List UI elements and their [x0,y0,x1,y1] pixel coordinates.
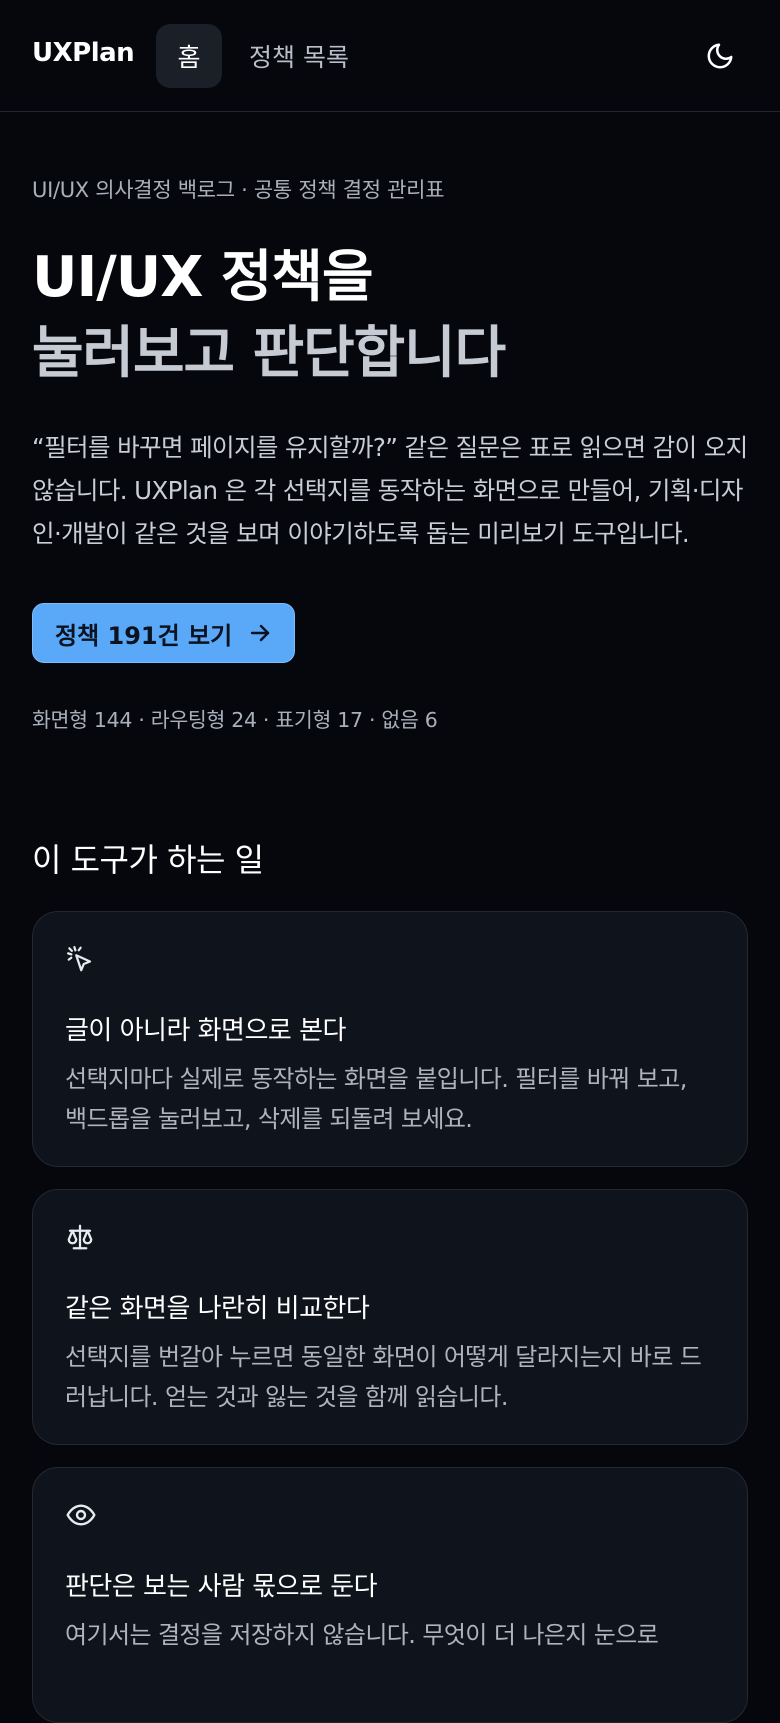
feature-card-list: 글이 아니라 화면으로 본다 선택지마다 실제로 동작하는 화면을 붙입니다. … [32,911,748,1723]
hero-title: UI/UX 정책을 눌러보고 판단합니다 [32,240,748,392]
eyebrow-text: UI/UX 의사결정 백로그 · 공통 정책 결정 관리표 [32,178,445,202]
logo[interactable]: UXPlan [32,38,135,68]
hero-description: “필터를 바꾸면 페이지를 유지할까?” 같은 질문은 표로 읽으면 감이 오지… [32,433,748,548]
feature-card-title: 글이 아니라 화면으로 본다 [65,1016,346,1046]
eye-icon [66,1504,96,1526]
arrow-right-icon [251,624,270,642]
theme-toggle-button[interactable] [700,36,740,76]
cursor-click-icon [67,946,92,972]
main-content: UI/UX 의사결정 백로그 · 공통 정책 결정 관리표 UI/UX 정책을 … [0,174,780,1723]
view-policies-label: 정책 191건 보기 [55,621,233,650]
nav-home-tab[interactable]: 홈 [156,24,222,88]
feature-card-description: 선택지를 번갈아 누르면 동일한 화면이 어떻게 달라지는지 바로 드러납니다.… [65,1343,702,1411]
features-section-title: 이 도구가 하는 일 [32,841,264,879]
feature-card-title: 판단은 보는 사람 몫으로 둔다 [65,1572,378,1602]
moon-icon [707,43,733,69]
feature-card-description: 여기서는 결정을 저장하지 않습니다. 무엇이 더 나은지 눈으로 [65,1621,659,1649]
top-nav-bar: UXPlan 홈 정책 목록 [0,0,780,112]
nav-policy-list-tab[interactable]: 정책 목록 [249,38,349,74]
feature-card: 판단은 보는 사람 몫으로 둔다 여기서는 결정을 저장하지 않습니다. 무엇이… [32,1467,748,1723]
hero-title-line2: 눌러보고 판단합니다 [32,321,506,386]
view-policies-button[interactable]: 정책 191건 보기 [32,603,296,663]
hero-title-line1: UI/UX 정책을 [32,245,373,310]
feature-card: 같은 화면을 나란히 비교한다 선택지를 번갈아 누르면 동일한 화면이 어떻게… [32,1189,748,1445]
feature-card-title: 같은 화면을 나란히 비교한다 [65,1294,370,1324]
scale-icon [67,1224,93,1250]
feature-card: 글이 아니라 화면으로 본다 선택지마다 실제로 동작하는 화면을 붙입니다. … [32,911,748,1167]
feature-card-description: 선택지마다 실제로 동작하는 화면을 붙입니다. 필터를 바꿔 보고, 백드롭을… [65,1065,687,1133]
policy-type-stats: 화면형 144 · 라우팅형 24 · 표기형 17 · 없음 6 [32,708,438,732]
